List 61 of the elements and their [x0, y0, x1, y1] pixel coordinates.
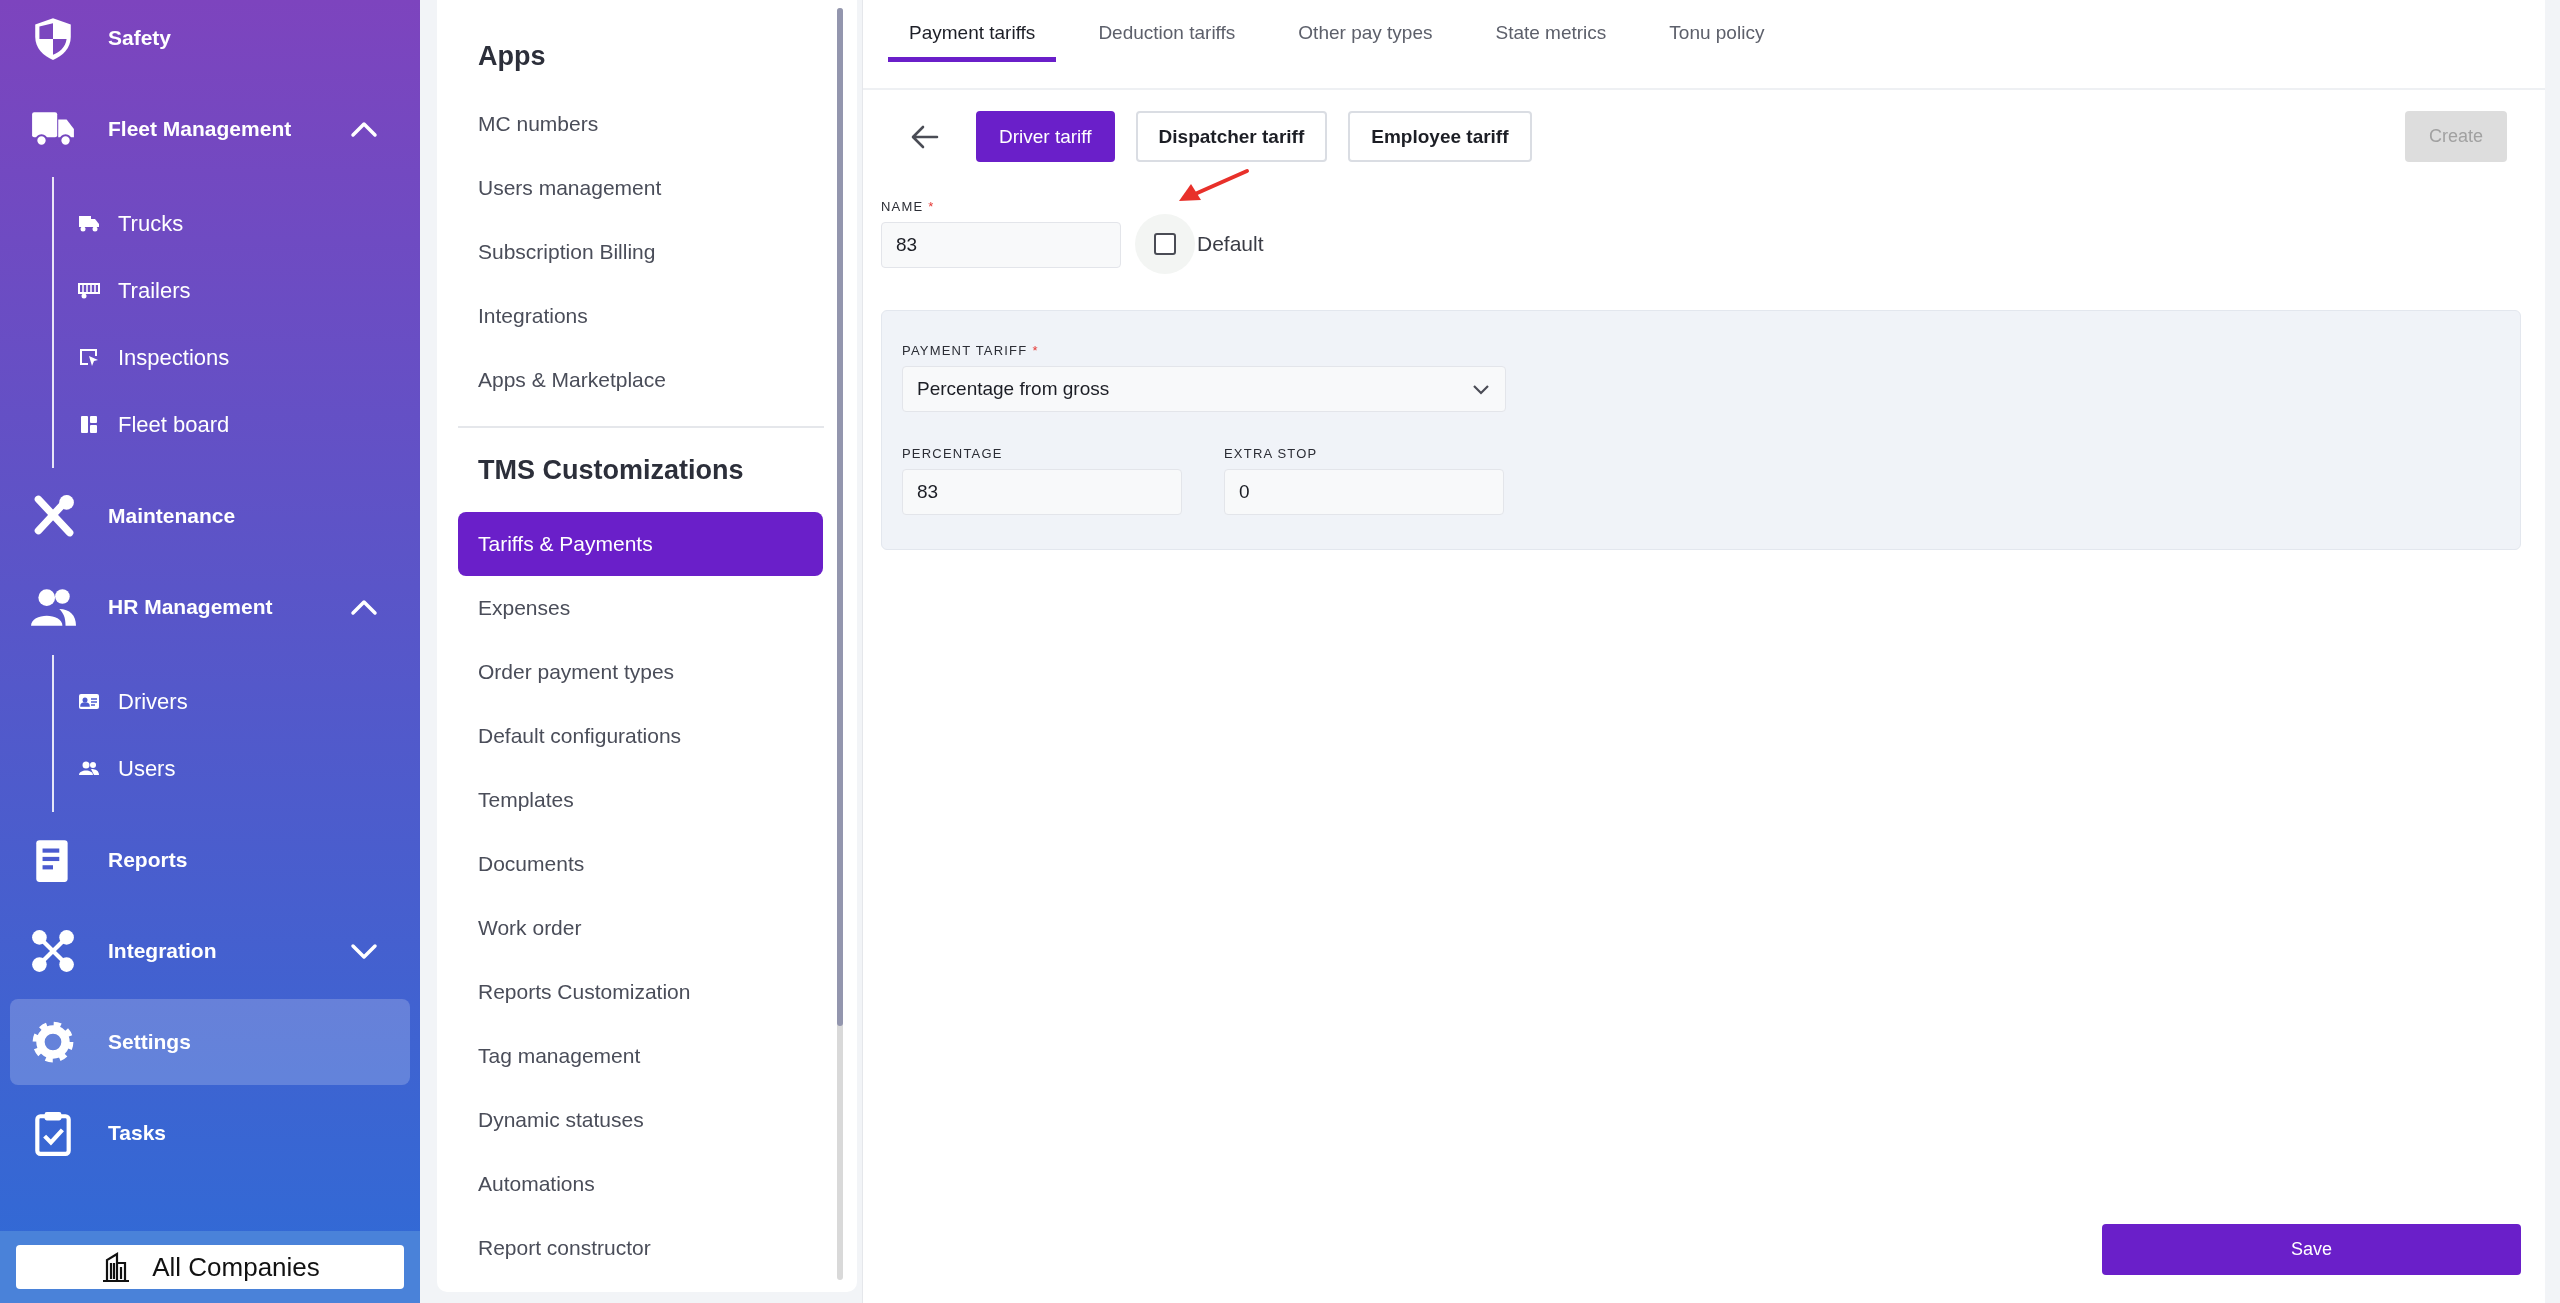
tab[interactable]: Payment tariffs [888, 0, 1057, 62]
sidebar-subitem[interactable]: Inspections [54, 324, 404, 391]
settings-menu-item[interactable]: Automations [458, 1152, 823, 1216]
name-input[interactable]: 83 [881, 222, 1121, 268]
settings-menu-item[interactable]: Documents [458, 832, 823, 896]
settings-menu-item[interactable]: Default configurations [458, 704, 823, 768]
chevron-down-icon [1471, 382, 1491, 396]
sidebar-subitem[interactable]: Trailers [54, 257, 404, 324]
payment-tariff-dropdown[interactable]: Percentage from gross [902, 366, 1506, 412]
chevron-icon [350, 120, 378, 138]
settings-menu-item[interactable]: Templates [458, 768, 823, 832]
field-label: PERCENTAGE [902, 446, 1004, 461]
sidebar-subitem[interactable]: Users [54, 735, 404, 802]
settings-menu-item[interactable]: Expenses [458, 576, 823, 640]
settings-menu-item[interactable]: Report constructor [458, 1216, 823, 1280]
default-checkbox[interactable] [1154, 233, 1176, 255]
settings-menu-item[interactable]: Work order [458, 896, 823, 960]
save-button[interactable]: Save [2102, 1224, 2521, 1275]
sidebar-subitem[interactable]: Fleet board [54, 391, 404, 458]
sidebar-subitem[interactable]: Drivers [54, 668, 404, 735]
tariff-type-button[interactable]: Employee tariff [1348, 111, 1532, 162]
tariff-type-button[interactable]: Driver tariff [976, 111, 1115, 162]
company-selector[interactable]: All Companies [16, 1245, 404, 1289]
chevron-icon [350, 598, 378, 616]
settings-menu-item[interactable]: Integrations [458, 284, 823, 348]
sidebar-item[interactable]: Maintenance [10, 473, 410, 559]
sidebar-item[interactable]: Safety [10, 0, 410, 81]
section-title: TMS Customizations [477, 453, 745, 487]
settings-menu-item[interactable]: MC numbers [458, 92, 823, 156]
sidebar-item[interactable]: HR Management [10, 564, 410, 650]
network-icon [30, 928, 76, 974]
checkbox-label: Default [1197, 232, 1264, 256]
settings-menu-item[interactable]: Tariffs & Payments [458, 512, 823, 576]
settings-menu-item[interactable]: Apps & Marketplace [458, 348, 823, 412]
tab[interactable]: Other pay types [1277, 0, 1454, 62]
settings-menu-item[interactable]: Subscription Billing [458, 220, 823, 284]
field-label: NAME * [881, 199, 936, 214]
sidebar-item[interactable]: Reports [10, 817, 410, 903]
sidebar-item[interactable]: Fleet Management [10, 86, 410, 172]
board-icon [78, 413, 100, 436]
tab[interactable]: Deduction tariffs [1077, 0, 1257, 62]
tab[interactable]: Tonu policy [1648, 0, 1786, 62]
field-label: EXTRA STOP [1224, 446, 1319, 461]
sidebar-subitem[interactable]: Trucks [54, 190, 404, 257]
settings-menu-item[interactable]: Tag management [458, 1024, 823, 1088]
scrollbar[interactable] [837, 8, 843, 1280]
sidebar-item[interactable]: Settings [10, 999, 410, 1085]
settings-menu-item[interactable]: Order payment types [458, 640, 823, 704]
extra-stop-input[interactable]: 0 [1224, 469, 1504, 515]
settings-menu-item[interactable]: Dynamic statuses [458, 1088, 823, 1152]
settings-menu-item[interactable]: Reports Customization [458, 960, 823, 1024]
tariff-type-button[interactable]: Dispatcher tariff [1135, 111, 1328, 162]
sidebar-item[interactable]: Tasks [10, 1090, 410, 1176]
sidebar-item[interactable]: Integration [10, 908, 410, 994]
chevron-icon [350, 942, 378, 960]
settings-menu-item[interactable]: Users management [458, 156, 823, 220]
percentage-input[interactable]: 83 [902, 469, 1182, 515]
section-title: Apps [477, 39, 547, 73]
field-label: PAYMENT TARIFF * [902, 343, 1040, 358]
tab[interactable]: State metrics [1474, 0, 1628, 62]
settings-icon [30, 1019, 76, 1065]
